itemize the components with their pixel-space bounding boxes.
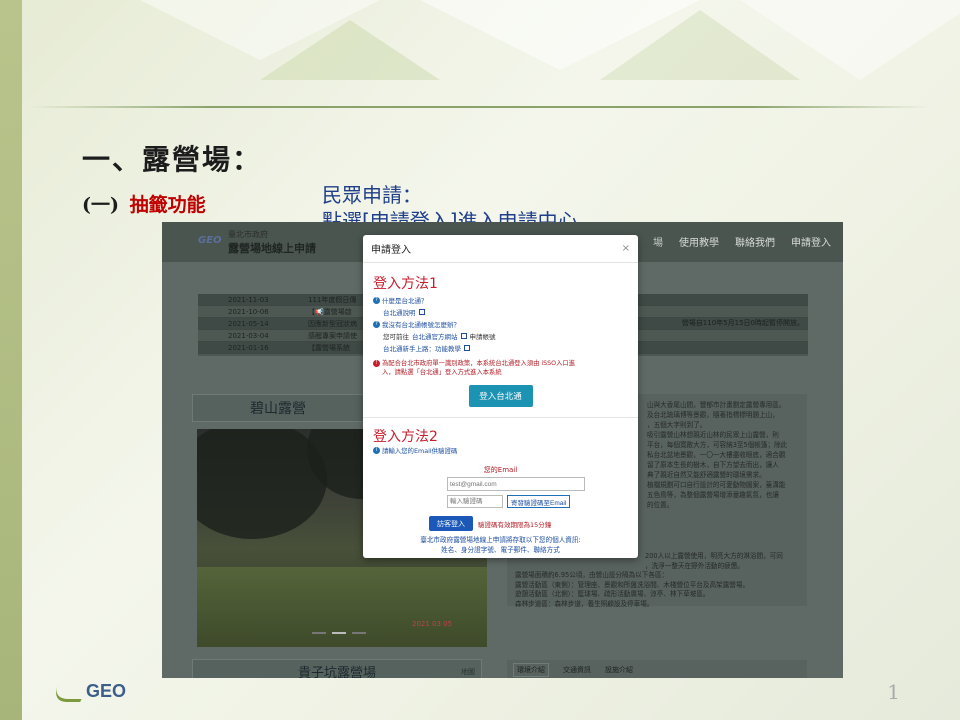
logo-swoosh-icon <box>50 686 88 702</box>
site-name: 露營場地線上申請 <box>228 242 316 255</box>
tab-environment[interactable]: 環境介紹 <box>513 663 549 677</box>
alert-icon: ! <box>373 360 380 367</box>
email-label: 您的Email <box>483 466 518 474</box>
site-nav: 場 使用教學 聯絡我們 申請登入 <box>653 234 831 249</box>
privacy-notice: 臺北市政府露營場地線上申請將存取以下您的個人資訊: 姓名、身分證字號、電子郵件、… <box>420 536 581 554</box>
modal-header: 申請登入 × <box>363 235 638 263</box>
info-icon: i <box>373 447 380 454</box>
faq-no-account: ? 我沒有台北通帳號怎麼辦？ <box>373 319 628 329</box>
send-code-button[interactable]: 寄發驗證碼至Email <box>507 495 571 508</box>
nav-item-tutorial[interactable]: 使用教學 <box>679 234 719 249</box>
photo-date-stamp: 2021 03 05 <box>412 620 453 628</box>
footer-logo: GEO <box>50 681 126 702</box>
news-continuation: 營場自110年5月15日0時起暫停開放。 <box>681 319 804 327</box>
slide-title: 一、露營場： <box>82 143 263 176</box>
slide-subtitle: (一) 抽籤功能 <box>82 190 206 217</box>
login-method-1: 登入方法1 ? 什麼是台北通？ 台北通說明 ? 我沒有台北通帳號怎麼辦？ 您可前往 … <box>363 263 638 407</box>
nav-item-contact[interactable]: 聯絡我們 <box>735 234 775 249</box>
slide-left-band <box>0 0 22 720</box>
site-logo[interactable]: GEO 臺北市政府 露營場地線上申請 <box>198 228 316 255</box>
question-icon: ? <box>373 320 380 328</box>
external-link-icon <box>464 345 470 351</box>
subtitle-number: (一) <box>82 194 119 216</box>
method-1-heading: 登入方法1 <box>373 276 438 292</box>
subtitle-text: 抽籤功能 <box>129 194 206 216</box>
login-modal: 申請登入 × 登入方法1 ? 什麼是台北通？ 台北通說明 ? 我沒有台北通帳號怎麼辦… <box>363 235 638 558</box>
note-line-1: 民眾申請： <box>322 183 422 207</box>
official-site-row: 您可前往 台北通官方網站 申請帳號 <box>383 331 496 341</box>
camp-title-guizikeng: 貴子坑露營場 地圖 <box>192 659 482 678</box>
external-link-icon <box>460 333 467 339</box>
email-input[interactable] <box>447 477 585 491</box>
guest-login-row: 訪客登入 驗證碼有效期限為15分鐘 <box>429 516 628 531</box>
nav-item-camps[interactable]: 場 <box>653 234 663 249</box>
code-validity-text: 驗證碼有效期限為15分鐘 <box>478 520 552 529</box>
page-number: 1 <box>887 680 900 704</box>
method-2-heading: 登入方法2 <box>373 429 438 445</box>
email-hint: i 請輸入您的Email供驗證碼 <box>373 446 628 455</box>
login-method-2: 登入方法2 i請輸入您的Email供驗證碼 您的Email 寄發驗證碼至Emai… <box>363 418 638 555</box>
verification-code-input[interactable] <box>447 495 503 508</box>
taipeipass-login-button[interactable]: 登入台北通 <box>468 385 533 407</box>
tab-transport[interactable]: 交通資訊 <box>563 665 591 675</box>
carousel-dots[interactable] <box>312 632 366 634</box>
website-screenshot: GEO 臺北市政府 露營場地線上申請 場 使用教學 聯絡我們 申請登入 2021… <box>162 222 843 678</box>
modal-title: 申請登入 <box>371 245 411 256</box>
question-icon: ? <box>373 296 380 304</box>
official-site-link[interactable]: 台北通官方網站 <box>412 331 458 341</box>
info-tabs: 環境介紹 交通資訊 設施介紹 <box>507 660 807 678</box>
title-divider <box>30 106 930 108</box>
taipeipass-info-link[interactable]: 台北通說明 <box>383 307 628 317</box>
site-org: 臺北市政府 <box>228 230 268 239</box>
geo-logo-mark: GEO <box>198 235 222 246</box>
close-icon[interactable]: × <box>622 243 630 254</box>
tutorial-link[interactable]: 台北通新手上路：功能教學 <box>383 343 628 353</box>
guest-login-button[interactable]: 訪客登入 <box>429 516 473 531</box>
isso-notice: ! 為配合台北市政府單一識別政策，本系統台北通登入須由 iSSO入口進 入，請點… <box>373 359 628 377</box>
faq-what-is-taipeipass: ? 什麼是台北通？ <box>373 295 628 305</box>
verification-row: 寄發驗證碼至Email <box>447 495 628 508</box>
camp-title-bishan: 碧山露營 <box>192 394 364 422</box>
external-link-icon <box>418 309 425 315</box>
nav-item-login[interactable]: 申請登入 <box>791 234 831 249</box>
map-link[interactable]: 地圖 <box>461 667 481 677</box>
slide-top-decoration <box>0 0 960 100</box>
tab-facilities[interactable]: 設施介紹 <box>605 665 633 675</box>
camp-description-more: 200人以上露營使用，明亮大方的淋浴間，可同 ，洗淨一整天在野外活動的疲憊。 露… <box>515 552 783 608</box>
